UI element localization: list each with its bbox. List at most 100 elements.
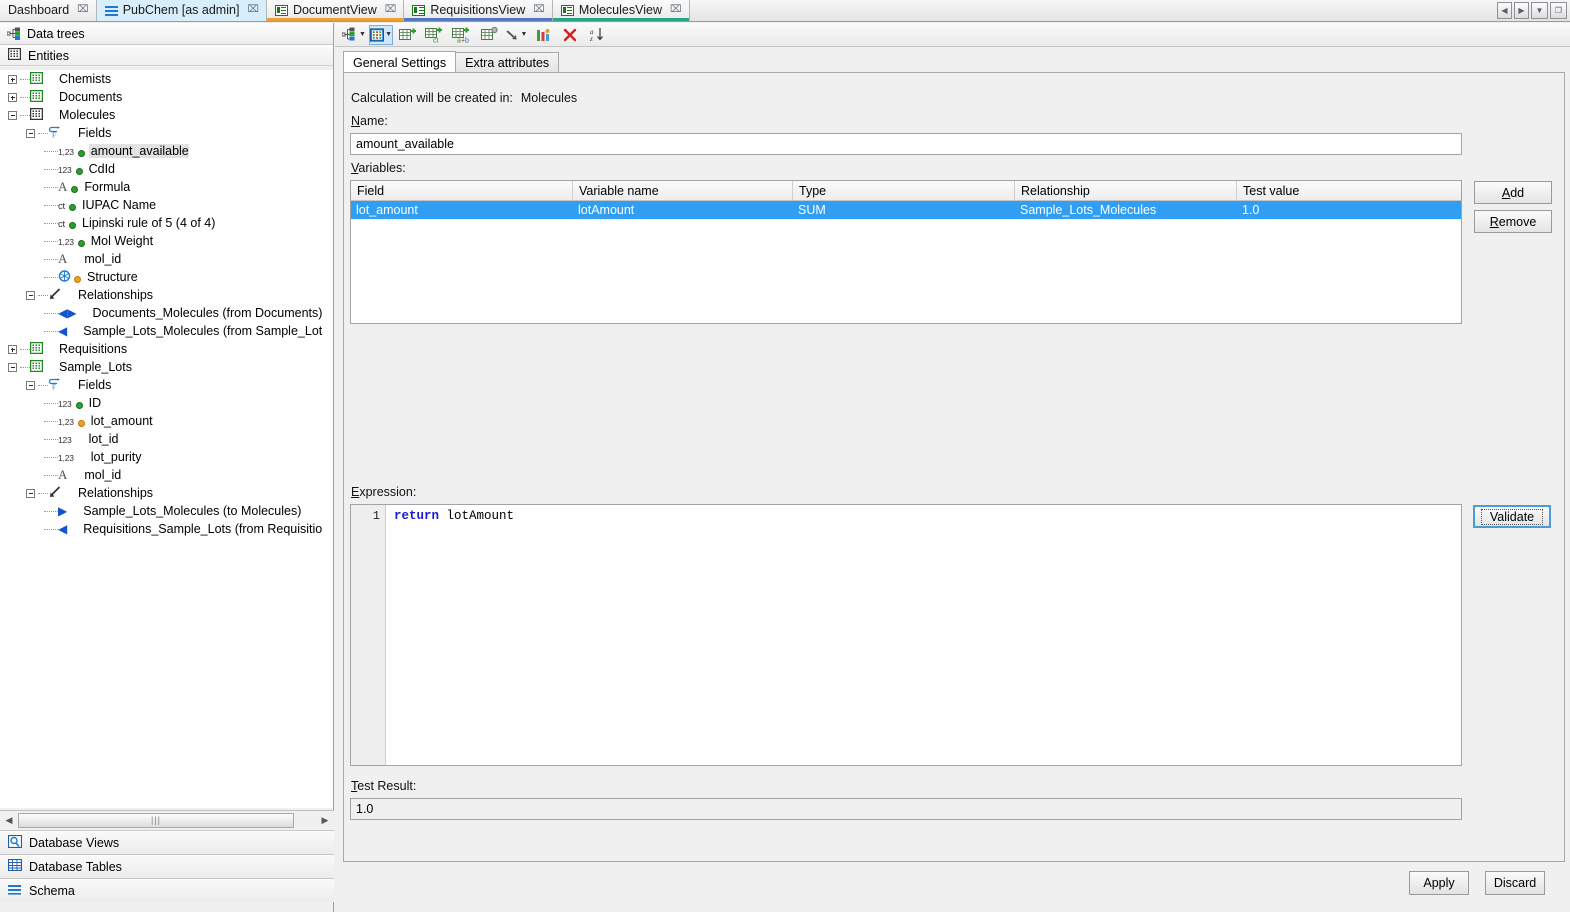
sidebar-item-database-views[interactable]: Database Views (0, 830, 334, 854)
tree-horizontal-scrollbar[interactable]: ◀ ||| ▶ (0, 810, 334, 830)
tree-expander[interactable] (26, 291, 35, 300)
chevron-down-icon[interactable]: ▼ (385, 31, 392, 38)
tree-expander[interactable] (8, 93, 17, 102)
tree-item[interactable]: Amol_id (0, 250, 333, 268)
tree-item[interactable]: ◀Requisitions_Sample_Lots (from Requisit… (0, 520, 333, 538)
add-chemical-table-icon[interactable]: ct (423, 25, 447, 45)
tab-moleculesview[interactable]: MoleculesView ⌧ (553, 0, 690, 21)
tree-expander[interactable] (8, 345, 17, 354)
main-panel: ▼ ▼ ct a+b ▼ (335, 23, 1570, 912)
add-table-icon[interactable] (396, 25, 420, 45)
column-header-test-value[interactable]: Test value (1237, 181, 1461, 200)
tree-expander[interactable] (26, 381, 35, 390)
table-properties-icon[interactable] (477, 25, 501, 45)
tree-expander[interactable] (26, 129, 35, 138)
apply-button[interactable]: Apply (1409, 871, 1469, 895)
tree-item[interactable]: 1,23Mol Weight (0, 232, 333, 250)
tree-expander[interactable] (8, 363, 17, 372)
tree-item[interactable]: Requisitions (0, 340, 333, 358)
tree-connector (44, 205, 58, 206)
tree-item[interactable]: 1,23lot_purity (0, 448, 333, 466)
chevron-down-icon[interactable]: ▼ (359, 31, 366, 38)
tree-item[interactable]: FFields (0, 124, 333, 142)
sidebar-item-schema[interactable]: Schema (0, 878, 334, 902)
tree-item[interactable]: 123ID (0, 394, 333, 412)
tab-extra-attributes[interactable]: Extra attributes (455, 52, 559, 73)
close-icon[interactable]: ⌧ (385, 5, 397, 15)
tree-item[interactable]: ctIUPAC Name (0, 196, 333, 214)
scroll-left-icon[interactable]: ◀ (0, 812, 18, 830)
tree-item[interactable]: ctLipinski rule of 5 (4 of 4) (0, 214, 333, 232)
tree-item[interactable]: 1,23amount_available (0, 142, 333, 160)
column-header-field[interactable]: Field (351, 181, 573, 200)
tree-item[interactable]: Molecules (0, 106, 333, 124)
field-status-badge (76, 168, 83, 175)
restore-window-button[interactable]: ❐ (1550, 2, 1567, 19)
test-result-field: 1.0 (350, 798, 1462, 820)
tree-item[interactable]: AFormula (0, 178, 333, 196)
add-calculated-field-icon[interactable]: a+b (450, 25, 474, 45)
tree-item[interactable]: ▶Sample_Lots_Molecules (to Molecules) (0, 502, 333, 520)
entities-tree[interactable]: ChemistsDocumentsMoleculesFFields1,23amo… (0, 70, 333, 808)
tree-expander[interactable] (26, 489, 35, 498)
close-icon[interactable]: ⌧ (533, 5, 545, 15)
tree-item[interactable]: Structure (0, 268, 333, 286)
sidebar-item-database-tables[interactable]: Database Tables (0, 854, 334, 878)
tree-item[interactable]: 1,23lot_amount (0, 412, 333, 430)
chevron-down-icon[interactable]: ▼ (521, 31, 528, 38)
tree-item[interactable]: Relationships (0, 484, 333, 502)
discard-button[interactable]: Discard (1485, 871, 1545, 895)
tab-pubchem[interactable]: PubChem [as admin] ⌧ (97, 0, 267, 21)
field-status-badge (69, 222, 76, 229)
tree-connector (44, 529, 58, 530)
tree-expander[interactable] (8, 111, 17, 120)
search-view-icon (8, 835, 22, 851)
relationship-icon[interactable]: ▼ (504, 25, 528, 45)
table-row[interactable]: lot_amount lotAmount SUM Sample_Lots_Mol… (351, 201, 1461, 219)
view-icon (275, 5, 288, 16)
delete-icon[interactable] (558, 25, 582, 45)
tab-scroll-right-button[interactable]: ▶ (1514, 2, 1529, 19)
remove-variable-button[interactable]: Remove (1474, 210, 1552, 233)
scroll-thumb[interactable]: ||| (18, 813, 294, 828)
tree-expander[interactable] (8, 75, 17, 84)
tree-item[interactable]: Documents (0, 88, 333, 106)
tab-scroll-left-button[interactable]: ◀ (1497, 2, 1512, 19)
fields-icon: F (48, 126, 62, 141)
tree-item[interactable]: ◀Sample_Lots_Molecules (from Sample_Lot (0, 322, 333, 340)
tab-documentview[interactable]: DocumentView ⌧ (267, 0, 404, 21)
tab-dashboard[interactable]: Dashboard ⌧ (0, 0, 97, 21)
close-icon[interactable]: ⌧ (670, 5, 682, 15)
column-header-variable-name[interactable]: Variable name (573, 181, 793, 200)
tree-item[interactable]: Sample_Lots (0, 358, 333, 376)
data-trees-header: Data trees (0, 23, 333, 45)
tree-item[interactable]: Amol_id (0, 466, 333, 484)
sort-az-icon[interactable]: az (585, 25, 609, 45)
column-header-relationship[interactable]: Relationship (1015, 181, 1237, 200)
tree-item[interactable]: 123lot_id (0, 430, 333, 448)
tab-list-dropdown-button[interactable]: ▼ (1531, 2, 1548, 19)
scroll-track[interactable]: ||| (18, 812, 316, 830)
expression-editor[interactable]: 1 return lotAmount (350, 504, 1462, 766)
name-input[interactable]: amount_available (350, 133, 1462, 155)
entity-grid-icon (30, 90, 43, 105)
column-header-type[interactable]: Type (793, 181, 1015, 200)
data-tree-icon[interactable]: ▼ (342, 25, 366, 45)
close-icon[interactable]: ⌧ (77, 5, 89, 15)
tab-requisitionsview[interactable]: RequisitionsView ⌧ (404, 0, 553, 21)
scroll-right-icon[interactable]: ▶ (316, 812, 334, 830)
expression-code[interactable]: return lotAmount (386, 505, 1461, 765)
variables-table[interactable]: Field Variable name Type Relationship Te… (350, 180, 1462, 324)
table-grid-icon[interactable]: ▼ (369, 25, 393, 45)
statistics-icon[interactable] (531, 25, 555, 45)
tree-item[interactable]: Chemists (0, 70, 333, 88)
tree-item[interactable]: ◀▶Documents_Molecules (from Documents) (0, 304, 333, 322)
tree-item[interactable]: 123CdId (0, 160, 333, 178)
tab-general-settings[interactable]: General Settings (343, 51, 456, 73)
cell-test-value: 1.0 (1237, 201, 1461, 219)
tree-item[interactable]: FFields (0, 376, 333, 394)
tree-item[interactable]: Relationships (0, 286, 333, 304)
validate-button[interactable]: Validate (1473, 505, 1551, 528)
add-variable-button[interactable]: Add (1474, 181, 1552, 204)
close-icon[interactable]: ⌧ (247, 5, 259, 15)
